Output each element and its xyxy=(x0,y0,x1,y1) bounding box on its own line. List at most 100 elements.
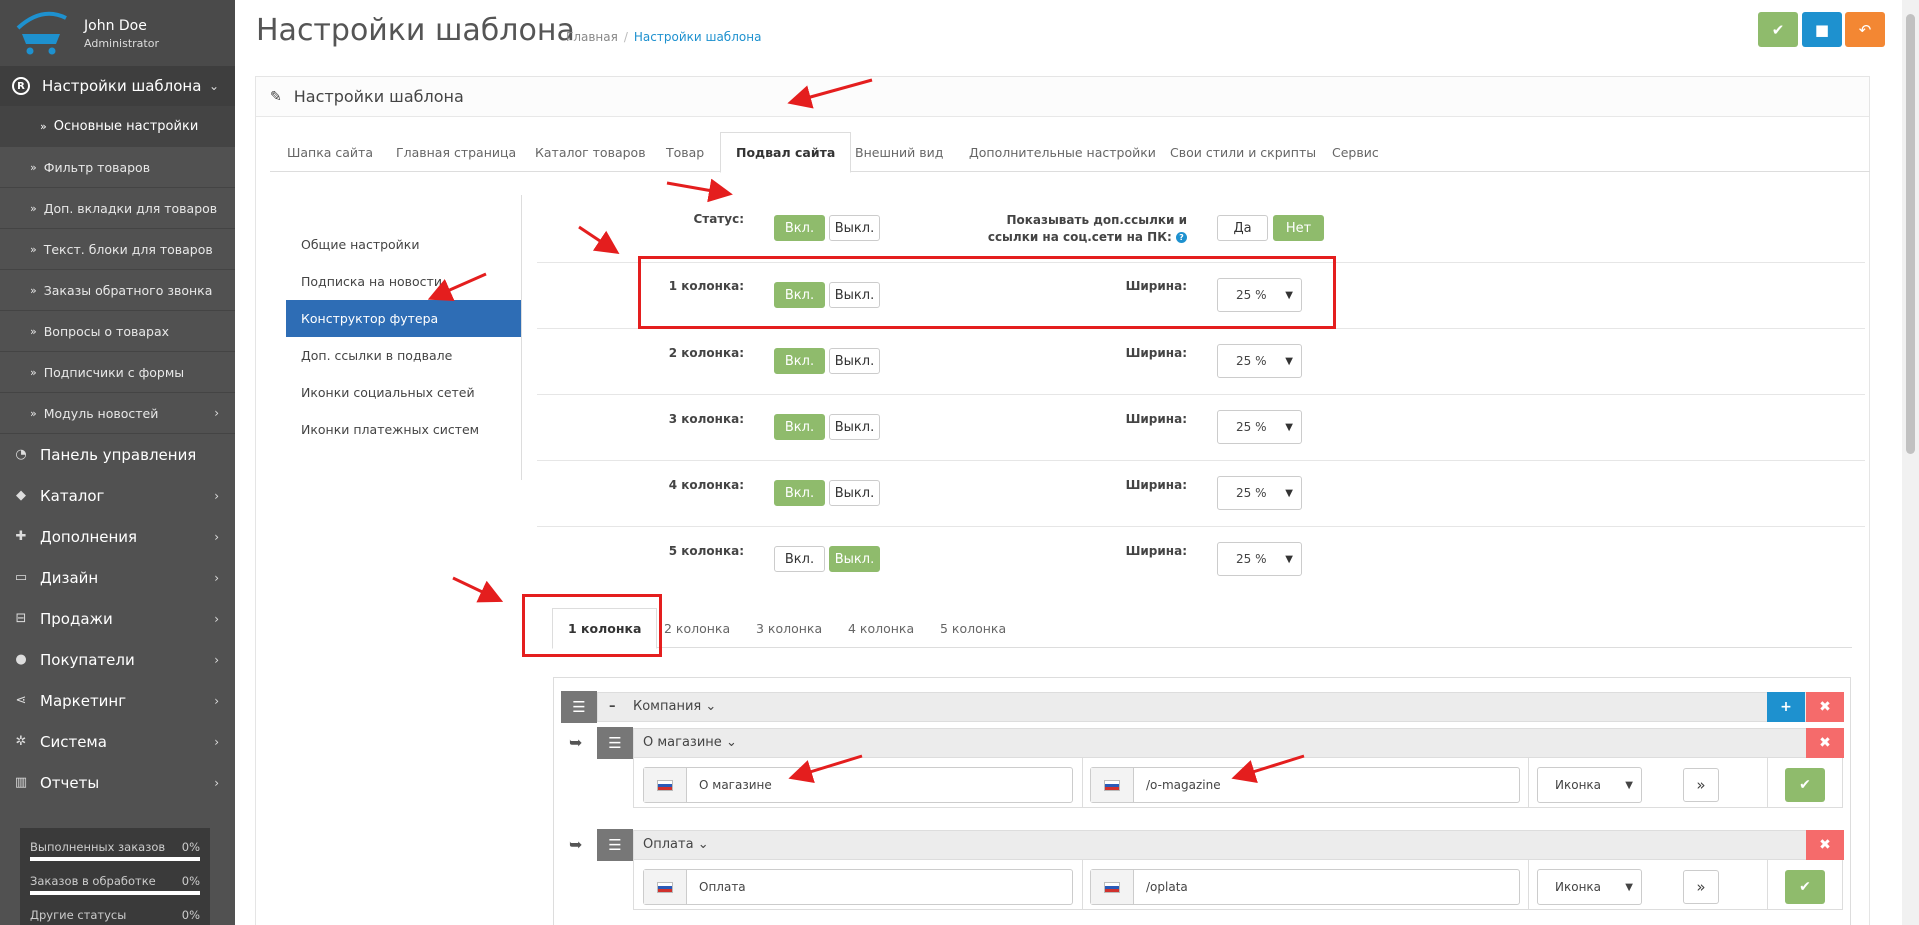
breadcrumb-home[interactable]: Главная xyxy=(566,30,618,44)
column-tab-3[interactable]: 3 колонка xyxy=(756,608,822,648)
remove-group-button[interactable]: ✖ xyxy=(1806,692,1844,722)
tab-styles-scripts[interactable]: Свои стили и скрипты xyxy=(1170,132,1316,172)
tab-additional[interactable]: Дополнительные настройки xyxy=(969,132,1156,172)
save-apply-button[interactable]: ✔ xyxy=(1758,12,1798,47)
item-name-input[interactable]: О магазине xyxy=(643,767,1073,803)
back-button[interactable]: ↶ xyxy=(1845,12,1885,47)
tab-header[interactable]: Шапка сайта xyxy=(287,132,373,172)
sidebar-subitem-main-settings[interactable]: » Основные настройки xyxy=(0,106,235,147)
column-tabs: 1 колонка 2 колонка 3 колонка 4 колонка … xyxy=(552,608,1852,649)
sidebar-subitem-product-filter[interactable]: » Фильтр товаров xyxy=(0,147,235,188)
tab-home[interactable]: Главная страница xyxy=(396,132,516,172)
breadcrumb-separator: / xyxy=(623,30,628,44)
column3-width-select[interactable]: 25 % ▼ xyxy=(1217,410,1302,444)
sidebar-subitem-product-questions[interactable]: » Вопросы о товарах xyxy=(0,311,235,352)
subnav-footer-links[interactable]: Доп. ссылки в подвале xyxy=(286,337,521,374)
tab-catalog[interactable]: Каталог товаров xyxy=(535,132,646,172)
scrollbar-thumb[interactable] xyxy=(1906,14,1915,454)
subnav-newsletter[interactable]: Подписка на новости xyxy=(286,263,521,300)
sidebar-item-label: Панель управления xyxy=(40,445,197,464)
sidebar-item-design[interactable]: ▭ Дизайн › xyxy=(0,557,235,598)
column-tab-5[interactable]: 5 колонка xyxy=(940,608,1006,648)
column5-off-toggle[interactable]: Выкл. xyxy=(829,546,880,572)
sidebar-subitem-form-subscribers[interactable]: » Подписчики с формы xyxy=(0,352,235,393)
tab-footer[interactable]: Подвал сайта xyxy=(720,132,852,173)
column4-off-toggle[interactable]: Выкл. xyxy=(829,480,880,506)
add-item-button[interactable]: + xyxy=(1767,692,1805,722)
drag-handle-icon[interactable]: ☰ xyxy=(597,829,633,861)
sidebar-subitem-news-module[interactable]: » Модуль новостей › xyxy=(0,393,235,434)
show-links-label-line2: ссылки на соц.сети на ПК: xyxy=(987,230,1172,244)
chevron-down-icon: ▼ xyxy=(1285,553,1293,565)
subnav-general[interactable]: Общие настройки xyxy=(286,226,521,263)
column5-on-toggle[interactable]: Вкл. xyxy=(774,546,825,572)
cart-logo-icon xyxy=(16,11,67,55)
sidebar-subitem-callback-orders[interactable]: » Заказы обратного звонка xyxy=(0,270,235,311)
column-tab-2[interactable]: 2 колонка xyxy=(664,608,730,648)
column5-width-select[interactable]: 25 % ▼ xyxy=(1217,542,1302,576)
sidebar-subitem-label: Основные настройки xyxy=(53,118,199,134)
item-url-input[interactable]: /oplata xyxy=(1090,869,1520,905)
russian-flag-icon xyxy=(1091,768,1134,802)
expand-item-button[interactable]: » xyxy=(1683,870,1719,904)
column2-width-select[interactable]: 25 % ▼ xyxy=(1217,344,1302,378)
double-chevron-icon: » xyxy=(1696,878,1706,896)
item-icon-select[interactable]: Иконка ▼ xyxy=(1537,869,1642,905)
profile: John Doe Administrator xyxy=(0,0,235,66)
sidebar-item-template-settings[interactable]: R Настройки шаблона ⌄ xyxy=(0,66,235,106)
column2-on-toggle[interactable]: Вкл. xyxy=(774,348,825,374)
sidebar-item-dashboard[interactable]: ◔ Панель управления xyxy=(0,434,235,475)
sidebar-subitem-text-blocks[interactable]: » Текст. блоки для товаров xyxy=(0,229,235,270)
annotation-box-column1-tab xyxy=(522,594,662,657)
sidebar-item-system[interactable]: ✲ Система › xyxy=(0,721,235,762)
group-title[interactable]: Компания ⌄ xyxy=(633,699,716,714)
sidebar-item-extensions[interactable]: ✚ Дополнения › xyxy=(0,516,235,557)
column3-on-toggle[interactable]: Вкл. xyxy=(774,414,825,440)
chevron-down-icon: ▼ xyxy=(1625,881,1633,893)
save-button[interactable]: ■ xyxy=(1802,12,1842,47)
item-title[interactable]: Оплата ⌄ xyxy=(643,837,709,852)
status-on-toggle[interactable]: Вкл. xyxy=(774,215,825,241)
select-value: 25 % xyxy=(1236,552,1267,566)
confirm-item-button[interactable]: ✔ xyxy=(1785,768,1825,802)
sidebar-item-reports[interactable]: ▥ Отчеты › xyxy=(0,762,235,803)
column3-off-toggle[interactable]: Выкл. xyxy=(829,414,880,440)
subnav-footer-builder[interactable]: Конструктор футера xyxy=(286,300,521,337)
sidebar-item-marketing[interactable]: ⋖ Маркетинг › xyxy=(0,680,235,721)
item-url-input[interactable]: /o-magazine xyxy=(1090,767,1520,803)
column4-on-toggle[interactable]: Вкл. xyxy=(774,480,825,506)
help-icon[interactable]: ? xyxy=(1176,232,1187,243)
tab-product[interactable]: Товар xyxy=(666,132,704,172)
tab-service[interactable]: Сервис xyxy=(1332,132,1379,172)
sidebar-item-customers[interactable]: ● Покупатели › xyxy=(0,639,235,680)
column2-off-toggle[interactable]: Выкл. xyxy=(829,348,880,374)
sidebar-subitem-extra-tabs[interactable]: » Доп. вкладки для товаров xyxy=(0,188,235,229)
sidebar-item-catalog[interactable]: ◆ Каталог › xyxy=(0,475,235,516)
subnav-payment-icons[interactable]: Иконки платежных систем xyxy=(286,411,521,448)
remove-item-button[interactable]: ✖ xyxy=(1806,830,1844,860)
subnav-social-icons[interactable]: Иконки социальных сетей xyxy=(286,374,521,411)
tab-appearance[interactable]: Внешний вид xyxy=(855,132,943,172)
breadcrumb-current[interactable]: Настройки шаблона xyxy=(634,30,762,44)
status-off-toggle[interactable]: Выкл. xyxy=(829,215,880,241)
input-value: /o-magazine xyxy=(1146,778,1221,792)
double-chevron-icon: » xyxy=(30,201,37,215)
item-title[interactable]: О магазине ⌄ xyxy=(643,735,737,750)
show-links-no-toggle[interactable]: Нет xyxy=(1273,215,1324,241)
item-icon-select[interactable]: Иконка ▼ xyxy=(1537,767,1642,803)
drag-handle-icon[interactable]: ☰ xyxy=(597,727,633,759)
sidebar-item-sales[interactable]: ⊟ Продажи › xyxy=(0,598,235,639)
main-tabs: Шапка сайта Главная страница Каталог тов… xyxy=(270,132,1870,173)
expand-item-button[interactable]: » xyxy=(1683,768,1719,802)
remove-item-button[interactable]: ✖ xyxy=(1806,728,1844,758)
show-links-yes-toggle[interactable]: Да xyxy=(1217,215,1268,241)
column4-width-select[interactable]: 25 % ▼ xyxy=(1217,476,1302,510)
column-tab-4[interactable]: 4 колонка xyxy=(848,608,914,648)
item-name-input[interactable]: Оплата xyxy=(643,869,1073,905)
panel-heading: ✎ Настройки шаблона xyxy=(256,77,1869,117)
drag-handle-icon[interactable]: ☰ xyxy=(561,691,597,723)
confirm-item-button[interactable]: ✔ xyxy=(1785,870,1825,904)
collapse-icon[interactable]: – xyxy=(609,699,616,714)
page-scrollbar[interactable] xyxy=(1902,0,1919,925)
stat-other: Другие статусы 0% xyxy=(30,908,200,925)
